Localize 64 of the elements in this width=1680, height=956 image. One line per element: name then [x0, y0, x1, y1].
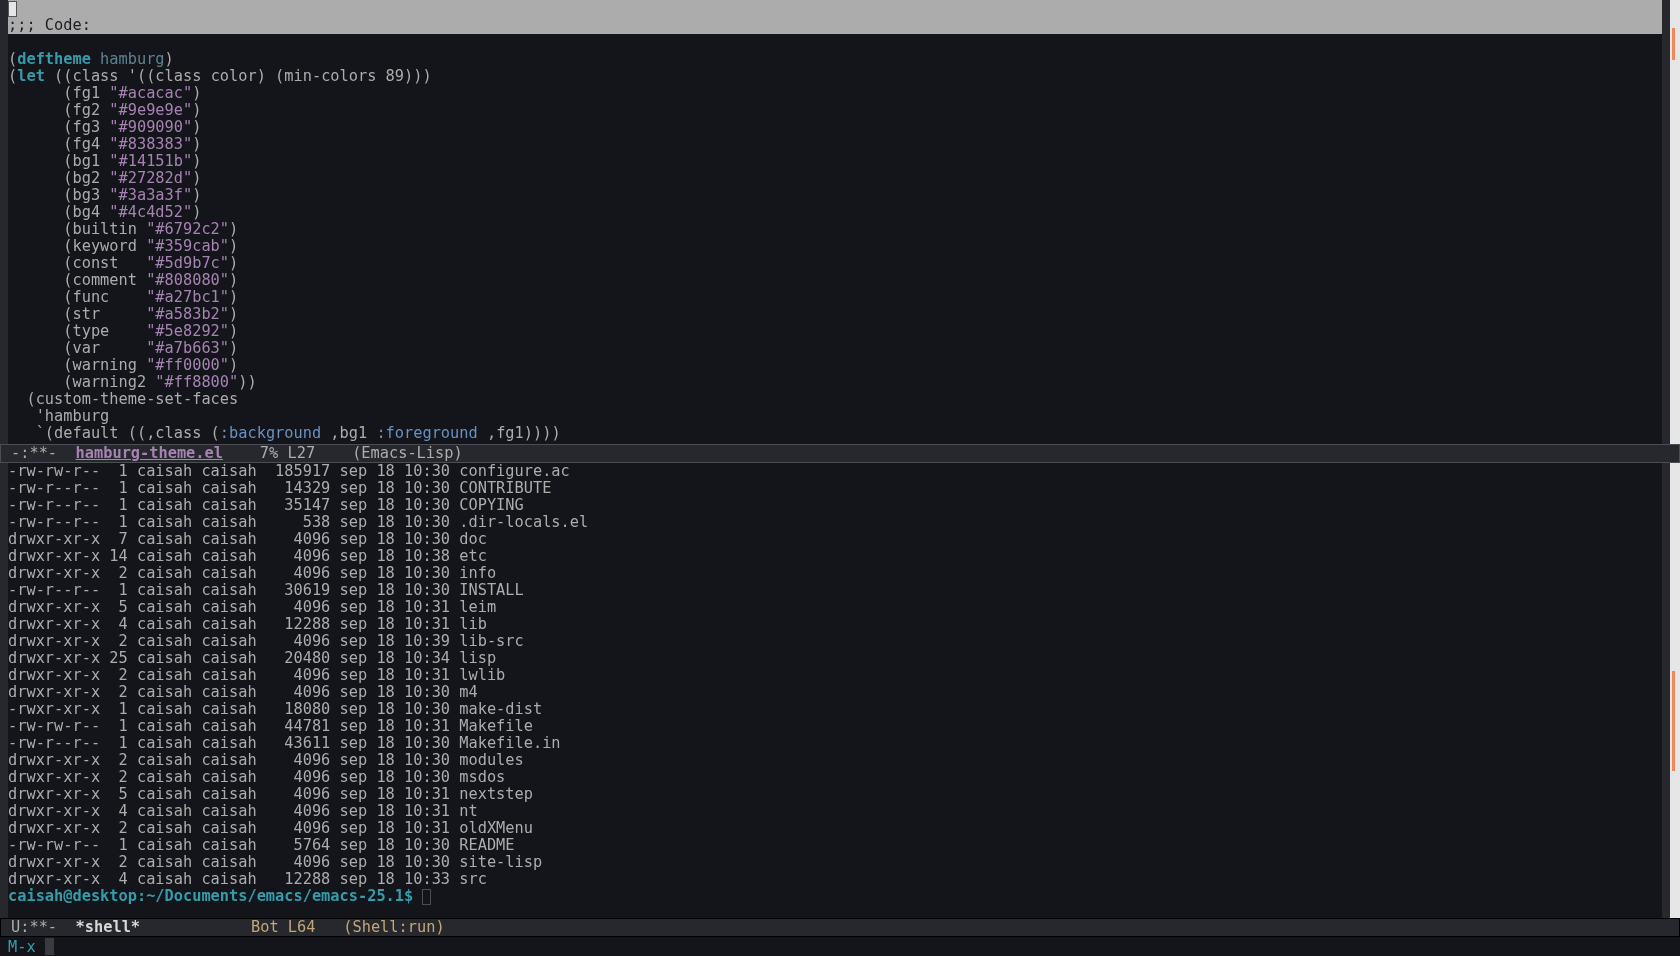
- buffer-name: hamburg-theme.el: [75, 445, 224, 462]
- code-line: 'hamburg: [34, 408, 110, 425]
- shell-output-line: -rw-r--r-- 1 caisah caisah 14329 sep 18 10:30 CONTRIBUTE: [8, 480, 553, 497]
- shell-output-line: drwxr-xr-x 5 caisah caisah 4096 sep 18 10:31 nextstep: [8, 786, 534, 803]
- code-line: (let ((class '((class color) (min-colors 89))): [8, 68, 433, 85]
- shell-output-line: drwxr-xr-x 2 caisah caisah 4096 sep 18 10:30 modules: [8, 752, 525, 769]
- code-line: (fg4 "#838383"): [62, 136, 203, 153]
- buffer-status: U:**-: [11, 919, 59, 936]
- shell-output-line: drwxr-xr-x 2 caisah caisah 4096 sep 18 10:39 lib-src: [8, 633, 525, 650]
- scrollbar-thumb[interactable]: [1672, 28, 1675, 60]
- code-line: `(default ((,class (:background ,bg1 :foreground ,fg1)))): [34, 425, 562, 442]
- code-line: (keyword "#359cab"): [62, 238, 240, 255]
- scrollbar-thumb[interactable]: [1672, 671, 1675, 771]
- code-line: (var "#a7b663"): [62, 340, 240, 357]
- shell-output-line: -rw-rw-r-- 1 caisah caisah 44781 sep 18 10:31 Makefile: [8, 718, 534, 735]
- buffer-status: -:**-: [11, 445, 59, 462]
- code-line: (warning2 "#ff8800")): [62, 374, 258, 391]
- code-line: (fg3 "#909090"): [62, 119, 203, 136]
- code-line: (warning "#ff0000"): [62, 357, 240, 374]
- cursor-position: Bot L64: [251, 919, 317, 936]
- code-line: (comment "#808080"): [62, 272, 240, 289]
- code-line: (builtin "#6792c2"): [62, 221, 240, 238]
- shell-output-line: -rwxr-xr-x 1 caisah caisah 18080 sep 18 10:30 make-dist: [8, 701, 544, 718]
- shell-output-line: -rw-r--r-- 1 caisah caisah 30619 sep 18 10:30 INSTALL: [8, 582, 525, 599]
- shell-output-line: -rw-r--r-- 1 caisah caisah 538 sep 18 10:30 .dir-locals.el: [8, 514, 590, 531]
- code-line: (fg2 "#9e9e9e"): [62, 102, 203, 119]
- text-cursor: [44, 938, 54, 955]
- shell-output-line: drwxr-xr-x 2 caisah caisah 4096 sep 18 10:30 site-lisp: [8, 854, 544, 871]
- shell-output-line: -rw-r--r-- 1 caisah caisah 43611 sep 18 10:30 Makefile.in: [8, 735, 562, 752]
- cursor-position: 7% L27: [259, 445, 317, 462]
- scrollbar-track[interactable]: [1670, 0, 1680, 444]
- code-line: (const "#5d9b7c"): [62, 255, 240, 272]
- code-line: (bg4 "#4c4d52"): [62, 204, 203, 221]
- shell-output-line: drwxr-xr-x 14 caisah caisah 4096 sep 18 10:38 etc: [8, 548, 488, 565]
- shell-output-line: drwxr-xr-x 4 caisah caisah 12288 sep 18 10:31 lib: [8, 616, 488, 633]
- shell-output-line: drwxr-xr-x 2 caisah caisah 4096 sep 18 10:31 lwlib: [8, 667, 507, 684]
- buffer-name: *shell*: [75, 919, 142, 936]
- shell-output-line: drwxr-xr-x 5 caisah caisah 4096 sep 18 10:31 leim: [8, 599, 498, 616]
- code-line: (str "#a583b2"): [62, 306, 240, 323]
- shell-output-line: -rw-rw-r-- 1 caisah caisah 185917 sep 18 10:30 configure.ac: [8, 463, 571, 480]
- shell-output-line: -rw-r--r-- 1 caisah caisah 35147 sep 18 10:30 COPYING: [8, 497, 525, 514]
- shell-output-line: -rw-rw-r-- 1 caisah caisah 5764 sep 18 10:30 README: [8, 837, 516, 854]
- code-line: (fg1 "#acacac"): [62, 85, 203, 102]
- shell-output-line: drwxr-xr-x 2 caisah caisah 4096 sep 18 10:31 oldXMenu: [8, 820, 534, 837]
- scrollbar-track[interactable]: [1670, 463, 1680, 918]
- code-line: (type "#5e8292"): [62, 323, 240, 340]
- shell-output-line: drwxr-xr-x 2 caisah caisah 4096 sep 18 10:30 m4: [8, 684, 479, 701]
- shell-output-line: drwxr-xr-x 2 caisah caisah 4096 sep 18 10:30 msdos: [8, 769, 507, 786]
- code-line: (bg2 "#27282d"): [62, 170, 203, 187]
- code-line: (custom-theme-set-faces: [25, 391, 240, 408]
- major-mode: (Shell:run): [343, 919, 445, 936]
- minibuffer-prompt: M-x: [8, 937, 36, 956]
- shell-output-line: drwxr-xr-x 7 caisah caisah 4096 sep 18 10:30 doc: [8, 531, 488, 548]
- shell-prompt: caisah@desktop:~/Documents/emacs/emacs-25.1$: [8, 888, 414, 905]
- code-line: (func "#a27bc1"): [62, 289, 240, 306]
- code-line: (bg3 "#3a3a3f"): [62, 187, 203, 204]
- shell-output-line: drwxr-xr-x 4 caisah caisah 4096 sep 18 10:31 nt: [8, 803, 479, 820]
- shell-output-line: drwxr-xr-x 2 caisah caisah 4096 sep 18 10:30 info: [8, 565, 498, 582]
- shell-output-line: drwxr-xr-x 25 caisah caisah 20480 sep 18 10:34 lisp: [8, 650, 498, 667]
- code-comment: ;;; Code:: [8, 17, 91, 34]
- code-line: (bg1 "#14151b"): [62, 153, 203, 170]
- major-mode: (Emacs-Lisp): [352, 445, 463, 462]
- code-line: (deftheme hamburg): [8, 51, 175, 68]
- shell-output-line: drwxr-xr-x 4 caisah caisah 12288 sep 18 10:33 src: [8, 871, 488, 888]
